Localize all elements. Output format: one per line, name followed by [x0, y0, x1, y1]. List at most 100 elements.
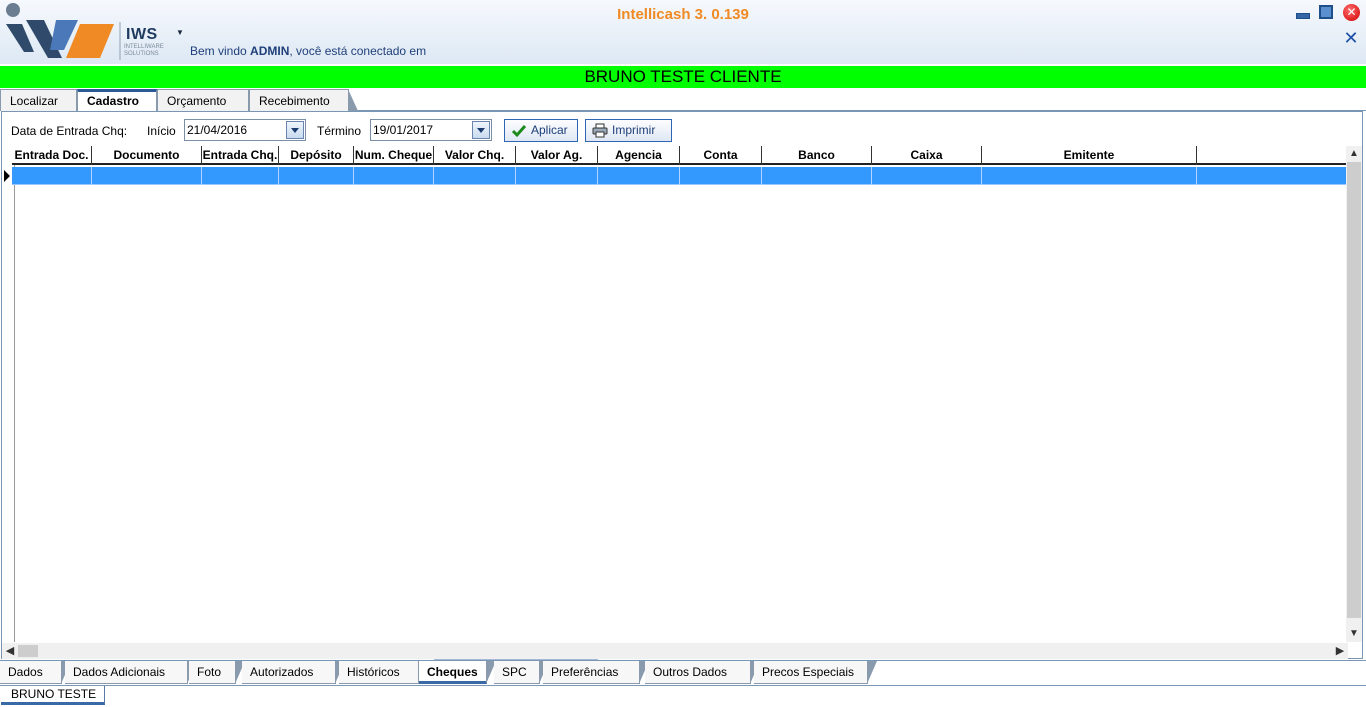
- start-date-dropdown-icon[interactable]: [286, 121, 304, 139]
- tab-label: Cheques: [427, 665, 478, 679]
- cell[interactable]: [279, 167, 354, 185]
- vertical-scrollbar[interactable]: ▲ ▼: [1346, 146, 1362, 642]
- end-date-field[interactable]: 19/01/2017: [370, 119, 492, 141]
- row-indicator-column: [3, 146, 15, 642]
- tab-label: Recebimento: [259, 94, 330, 108]
- col-num-cheque[interactable]: Num. Cheque: [354, 146, 434, 165]
- minimize-icon[interactable]: [1295, 6, 1310, 20]
- start-date-value: 21/04/2016: [187, 123, 248, 137]
- col-entrada-chq[interactable]: Entrada Chq.: [202, 146, 279, 165]
- end-date-dropdown-icon[interactable]: [472, 121, 490, 139]
- client-tab-label: BRUNO TESTE: [11, 687, 97, 701]
- cheques-grid: Entrada Doc. Documento Entrada Chq. Depó…: [4, 146, 1348, 675]
- table-row-selected[interactable]: [12, 167, 1348, 185]
- cell[interactable]: [12, 167, 92, 185]
- cheques-panel: Data de Entrada Chq: Início 21/04/2016 T…: [1, 111, 1363, 675]
- tab-dados-adicionais[interactable]: Dados Adicionais: [65, 661, 197, 684]
- welcome-user: ADMIN: [250, 44, 290, 58]
- scroll-right-icon[interactable]: ▶: [1333, 643, 1347, 659]
- start-date-field[interactable]: 21/04/2016: [184, 119, 306, 141]
- tab-outros-dados[interactable]: Outros Dados: [645, 661, 760, 684]
- client-name-banner: BRUNO TESTE CLIENTE: [0, 66, 1366, 88]
- tab-recebimento[interactable]: Recebimento: [249, 89, 358, 111]
- tab-autorizados[interactable]: Autorizados: [242, 661, 345, 684]
- tab-localizar[interactable]: Localizar: [0, 89, 86, 111]
- tab-precos-especiais[interactable]: Precos Especiais: [754, 661, 877, 684]
- apply-button[interactable]: Aplicar: [504, 119, 578, 142]
- col-conta[interactable]: Conta: [680, 146, 762, 165]
- horizontal-scroll-thumb[interactable]: [18, 645, 38, 657]
- cell[interactable]: [598, 167, 680, 185]
- print-button[interactable]: Imprimir: [585, 119, 672, 142]
- logo-sub-1: INTELLIWARE: [124, 44, 164, 50]
- close-window-icon[interactable]: ✕: [1343, 4, 1360, 21]
- col-valor-ag[interactable]: Valor Ag.: [516, 146, 598, 165]
- end-date-value: 19/01/2017: [373, 123, 434, 137]
- logo-text: IWS: [126, 26, 158, 43]
- apply-label: Aplicar: [531, 123, 568, 137]
- cell[interactable]: [680, 167, 762, 185]
- cell[interactable]: [92, 167, 202, 185]
- cell[interactable]: [434, 167, 516, 185]
- check-icon: [511, 125, 527, 138]
- cell[interactable]: [516, 167, 598, 185]
- client-tab[interactable]: BRUNO TESTE: [1, 686, 105, 705]
- tab-cadastro[interactable]: Cadastro: [77, 89, 166, 113]
- end-label: Término: [317, 124, 362, 138]
- col-documento[interactable]: Documento: [92, 146, 202, 165]
- tab-label: Preferências: [551, 665, 619, 679]
- printer-icon: [592, 123, 608, 138]
- tab-label: Dados Adicionais: [73, 665, 166, 679]
- app-title: Intellicash 3. 0.139: [617, 6, 749, 23]
- cell[interactable]: [202, 167, 279, 185]
- vertical-scroll-thumb[interactable]: [1347, 162, 1361, 618]
- entry-date-label: Data de Entrada Chq:: [11, 124, 128, 138]
- menu-dropdown-icon[interactable]: ▼: [176, 28, 184, 37]
- tab-label: Dados: [8, 665, 43, 679]
- col-valor-chq[interactable]: Valor Chq.: [434, 146, 516, 165]
- col-deposito[interactable]: Depósito: [279, 146, 354, 165]
- tab-spc[interactable]: SPC: [494, 661, 549, 684]
- col-caixa[interactable]: Caixa: [872, 146, 982, 165]
- maximize-icon[interactable]: [1319, 5, 1333, 19]
- tab-dados[interactable]: Dados: [0, 661, 71, 684]
- tab-orcamento[interactable]: Orçamento: [157, 89, 258, 111]
- cell[interactable]: [982, 167, 1197, 185]
- logo-subtitle: INTELLIWARE SOLUTIONS: [124, 44, 164, 58]
- client-tab-bar: BRUNO TESTE: [0, 685, 1366, 707]
- tab-label: SPC: [502, 665, 527, 679]
- start-label: Início: [147, 124, 176, 138]
- tab-foto[interactable]: Foto: [189, 661, 245, 684]
- bottom-tab-bar: Dados Dados Adicionais Foto Autorizados …: [0, 660, 1366, 684]
- date-filter-bar: Data de Entrada Chq: Início 21/04/2016 T…: [2, 118, 1362, 144]
- tab-label: Outros Dados: [653, 665, 728, 679]
- cell[interactable]: [762, 167, 872, 185]
- cell[interactable]: [872, 167, 982, 185]
- col-entrada-doc[interactable]: Entrada Doc.: [12, 146, 92, 165]
- welcome-prefix: Bem vindo: [190, 44, 251, 58]
- tab-historicos[interactable]: Históricos: [339, 661, 428, 684]
- scroll-up-icon[interactable]: ▲: [1346, 147, 1362, 161]
- col-emitente[interactable]: Emitente: [982, 146, 1197, 165]
- close-form-icon[interactable]: ✕: [1343, 29, 1359, 47]
- tab-label: Orçamento: [167, 94, 227, 108]
- current-row-icon: [4, 170, 10, 182]
- col-banco[interactable]: Banco: [762, 146, 872, 165]
- tab-label: Cadastro: [87, 94, 140, 108]
- logo-sub-2: SOLUTIONS: [124, 51, 159, 57]
- grid-header: Entrada Doc. Documento Entrada Chq. Depó…: [12, 146, 1348, 165]
- scroll-down-icon[interactable]: ▼: [1346, 627, 1362, 641]
- horizontal-scrollbar[interactable]: ◀ ▶: [2, 643, 1348, 659]
- app-header: IWS INTELLIWARE SOLUTIONS ▼ Bem vindo AD…: [0, 0, 1366, 64]
- scroll-left-icon[interactable]: ◀: [3, 643, 17, 659]
- top-tab-bar: Localizar Cadastro Orçamento Recebimento: [0, 89, 1366, 113]
- tab-cheques[interactable]: Cheques: [419, 661, 496, 684]
- cell[interactable]: [354, 167, 434, 185]
- col-agencia[interactable]: Agencia: [598, 146, 680, 165]
- welcome-message: Bem vindo ADMIN, você está conectado em: [190, 44, 426, 58]
- tab-preferencias[interactable]: Preferências: [543, 661, 649, 684]
- tab-label: Históricos: [347, 665, 400, 679]
- tab-label: Localizar: [10, 94, 59, 108]
- welcome-suffix: , você está conectado em: [289, 44, 427, 58]
- print-label: Imprimir: [612, 123, 656, 137]
